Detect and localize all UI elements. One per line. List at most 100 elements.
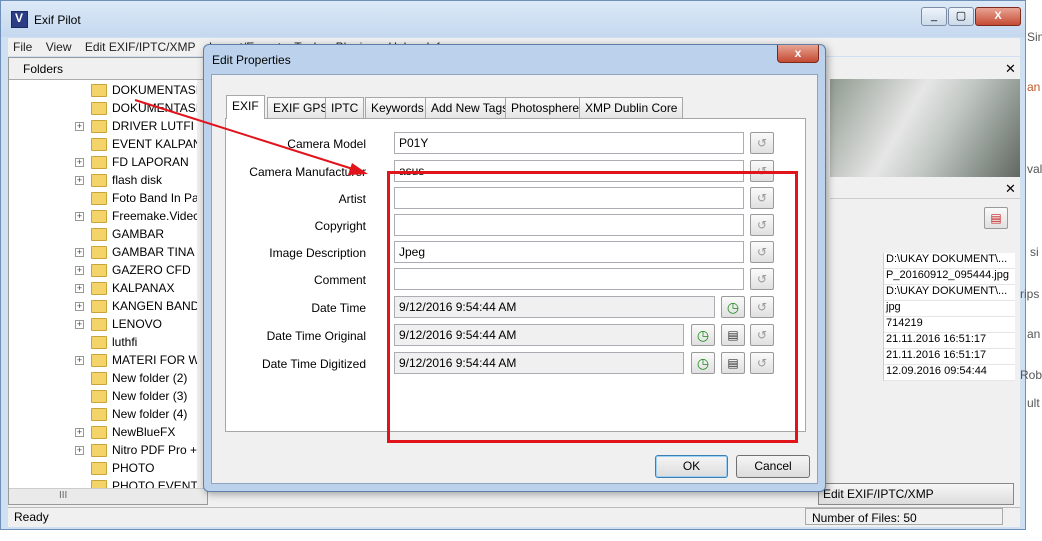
folder-tree-item[interactable]: + flash disk [9, 172, 199, 190]
expand-icon[interactable]: + [75, 446, 84, 455]
dialog-body: EXIF EXIF GPS IPTC Keywords Add New Tags… [211, 74, 818, 484]
ok-button[interactable]: OK [655, 455, 728, 478]
menu-edit-exif[interactable]: Edit EXIF/IPTC/XMP [80, 38, 201, 56]
folder-tree-item[interactable]: PHOTO [9, 460, 199, 478]
folders-horizontal-scrollbar[interactable]: III [9, 488, 207, 504]
expand-icon[interactable]: + [75, 266, 84, 275]
folder-label: FD LAPORAN [112, 155, 189, 169]
folder-icon [91, 264, 107, 277]
folder-icon [91, 372, 107, 385]
edit-exif-button[interactable]: Edit EXIF/IPTC/XMP [818, 483, 1014, 505]
field-label: Camera Model [287, 137, 366, 151]
folder-label: New folder (3) [112, 389, 188, 403]
field-input[interactable] [394, 132, 744, 154]
field-label: Date Time Digitized [261, 357, 366, 371]
folder-tree-item[interactable]: + MATERI FOR W [9, 352, 199, 370]
folder-label: DRIVER LUTFI [112, 119, 195, 133]
expand-icon[interactable]: + [75, 176, 84, 185]
title-bar: Exif Pilot _ ▢ X [1, 1, 1025, 37]
revert-icon[interactable]: ↺ [750, 132, 774, 154]
field-label: Date Time [311, 301, 366, 315]
info-list-item: D:\UKAY DOKUMENT\... [884, 253, 1015, 269]
field-label: Image Description [269, 246, 366, 260]
folder-tree-item[interactable]: New folder (4) [9, 406, 199, 424]
expand-icon[interactable]: + [75, 122, 84, 131]
cancel-button[interactable]: Cancel [736, 455, 810, 478]
tab-keywords[interactable]: Keywords [365, 97, 430, 118]
preview-close-icon[interactable]: ✕ [1005, 61, 1016, 77]
folder-label: KALPANAX [112, 281, 175, 295]
folder-icon [91, 462, 107, 475]
expand-icon[interactable]: + [75, 302, 84, 311]
folder-tree-item[interactable]: luthfi [9, 334, 199, 352]
expand-icon[interactable]: + [75, 428, 84, 437]
expand-icon[interactable]: + [75, 320, 84, 329]
folders-header: Folders [9, 58, 207, 80]
folder-tree-item[interactable]: + DRIVER LUTFI [9, 118, 199, 136]
folders-title: Folders [23, 62, 64, 76]
folder-tree-item[interactable]: + FD LAPORAN [9, 154, 199, 172]
folder-tree-item[interactable]: + Nitro PDF Pro + [9, 442, 199, 460]
minimize-button[interactable]: _ [921, 7, 947, 26]
info-list-item: 714219 [884, 317, 1015, 333]
expand-icon[interactable]: + [75, 284, 84, 293]
expand-icon[interactable]: + [75, 248, 84, 257]
field-label: Copyright [314, 219, 366, 233]
dialog-close-button[interactable]: x [777, 45, 819, 63]
edge-text: si [1030, 245, 1039, 259]
folder-tree-item[interactable]: + KALPANAX [9, 280, 199, 298]
folder-tree-item[interactable]: + NewBlueFX [9, 424, 199, 442]
folder-icon [91, 282, 107, 295]
folder-label: DOKUMENTASI [112, 101, 199, 115]
folder-tree-item[interactable]: New folder (2) [9, 370, 199, 388]
folder-icon [91, 138, 107, 151]
expand-icon[interactable]: + [75, 158, 84, 167]
folder-tree-item[interactable]: + GAMBAR TINA [9, 244, 199, 262]
folder-icon [91, 336, 107, 349]
folder-icon [91, 210, 107, 223]
folder-icon [91, 102, 107, 115]
maximize-button[interactable]: ▢ [948, 7, 974, 26]
folder-icon [91, 444, 107, 457]
folder-label: Freemake.Videc [112, 209, 199, 223]
folder-tree-item[interactable]: + Freemake.Videc [9, 208, 199, 226]
folder-tree-item[interactable]: DOKUMENTASI [9, 82, 199, 100]
info-panel-header [830, 177, 1020, 199]
folder-tree-item[interactable]: DOKUMENTASI [9, 100, 199, 118]
folder-tree-item[interactable]: + GAZERO CFD [9, 262, 199, 280]
tab-photosphere[interactable]: Photosphere [505, 97, 586, 118]
menu-view[interactable]: View [41, 38, 77, 56]
info-close-icon[interactable]: ✕ [1005, 181, 1016, 197]
folder-tree-item[interactable]: EVENT KALPAN [9, 136, 199, 154]
folder-label: Nitro PDF Pro + [112, 443, 198, 457]
tab-add-new-tags[interactable]: Add New Tags [425, 97, 515, 118]
info-list-item: jpg [884, 301, 1015, 317]
folder-label: EVENT KALPAN [112, 137, 199, 151]
file-count: Number of Files: 50 [805, 508, 1003, 525]
exif-info-list: D:\UKAY DOKUMENT\... P_20160912_095444.jp… [883, 253, 1015, 381]
folder-tree-item[interactable]: + LENOVO [9, 316, 199, 334]
folder-label: KANGEN BAND [112, 299, 199, 313]
menu-file[interactable]: File [8, 38, 37, 56]
expand-icon[interactable]: + [75, 356, 84, 365]
info-list-item: 21.11.2016 16:51:17 [884, 349, 1015, 365]
folder-label: PHOTO [112, 461, 155, 475]
folder-icon [91, 192, 107, 205]
folder-tree-item[interactable]: GAMBAR [9, 226, 199, 244]
info-list-item: 12.09.2016 09:54:44 [884, 365, 1015, 381]
folder-label: Foto Band In Pa [112, 191, 199, 205]
expand-icon[interactable]: + [75, 212, 84, 221]
folder-tree-item[interactable]: + KANGEN BAND [9, 298, 199, 316]
tab-exif[interactable]: EXIF [226, 95, 265, 119]
folder-icon [91, 156, 107, 169]
highlight-box [387, 171, 798, 443]
close-button[interactable]: X [975, 7, 1021, 26]
folder-tree-item[interactable]: Foto Band In Pa [9, 190, 199, 208]
dialog-title: Edit Properties [212, 53, 291, 67]
folder-tree-item[interactable]: New folder (3) [9, 388, 199, 406]
info-list-item: P_20160912_095444.jpg [884, 269, 1015, 285]
folder-label: flash disk [112, 173, 163, 187]
tab-xmp-dublin-core[interactable]: XMP Dublin Core [579, 97, 684, 118]
export-icon[interactable]: ▤ [984, 207, 1008, 229]
tab-iptc[interactable]: IPTC [325, 97, 365, 118]
